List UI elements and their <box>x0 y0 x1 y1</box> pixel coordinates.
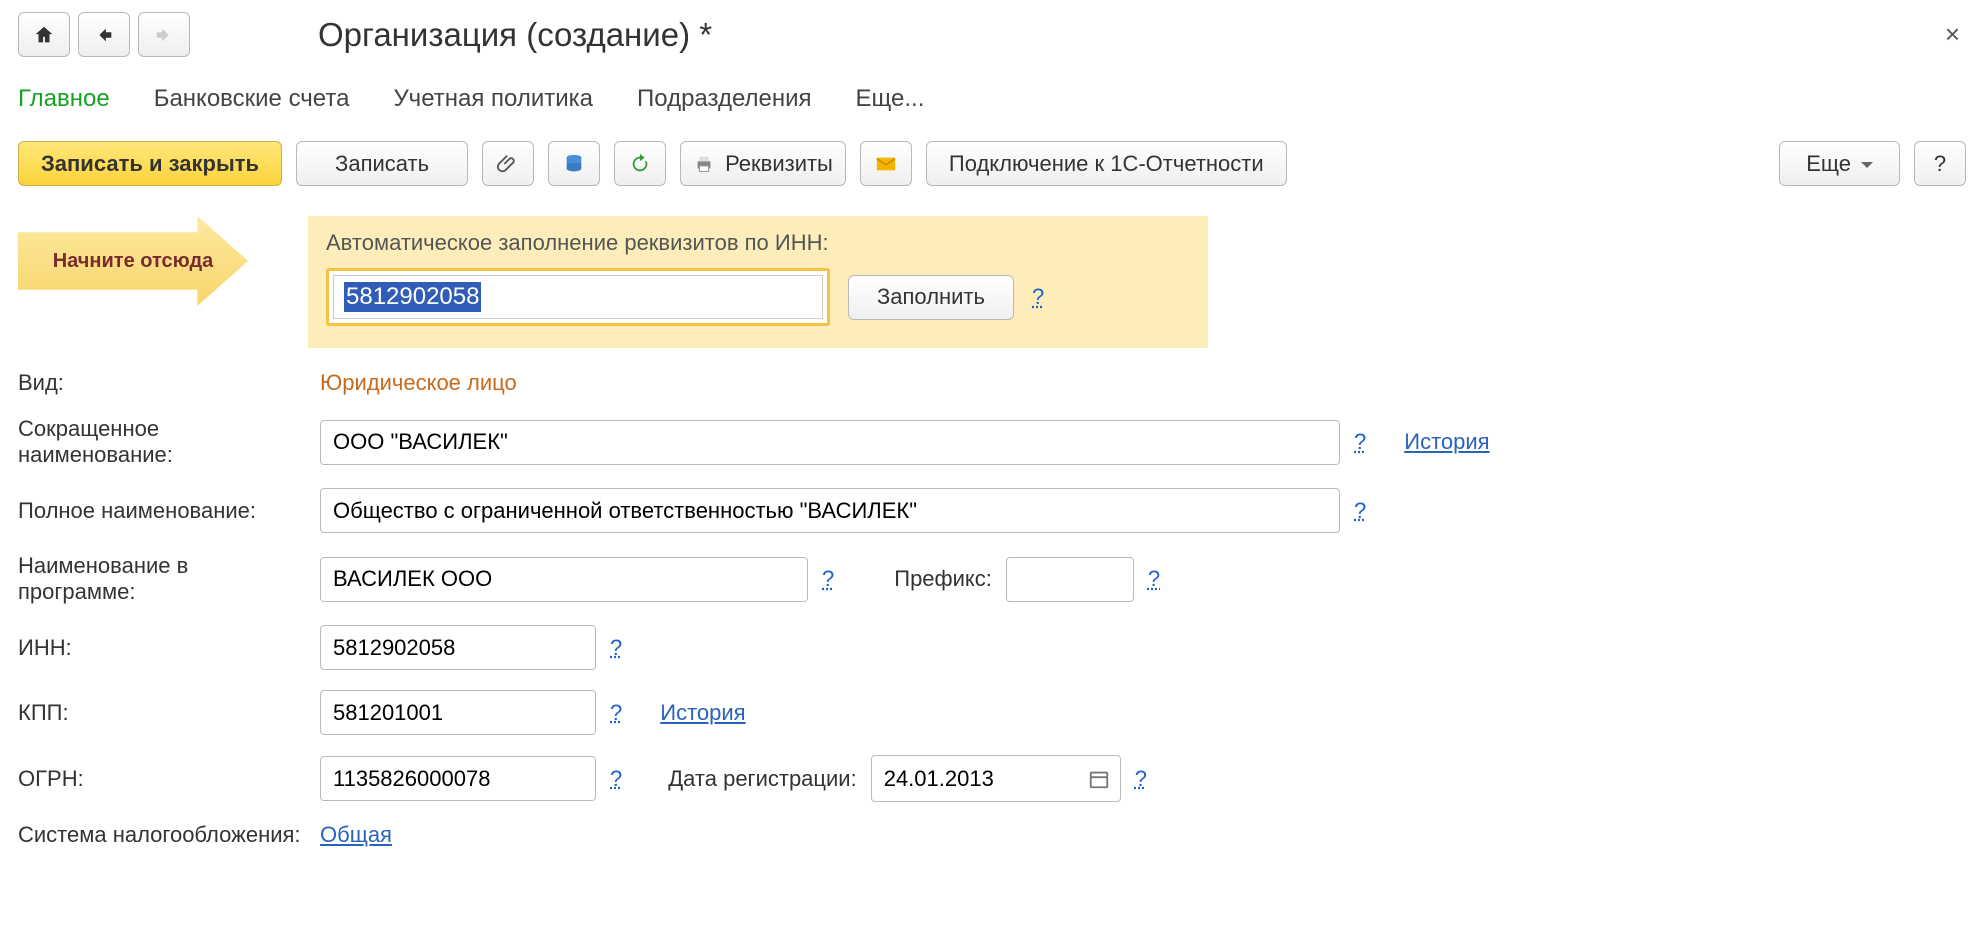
full-name-input[interactable] <box>320 488 1340 533</box>
refresh-button[interactable] <box>614 141 666 186</box>
calendar-icon[interactable] <box>1078 768 1120 790</box>
regdate-input[interactable] <box>872 756 1078 801</box>
inn-label: ИНН: <box>18 635 306 661</box>
home-button[interactable] <box>18 12 70 57</box>
org-form: Вид: Юридическое лицо Сокращенное наимен… <box>18 370 1966 848</box>
short-name-input[interactable] <box>320 420 1340 465</box>
prog-name-input[interactable] <box>320 557 808 602</box>
page-title: Организация (создание) * <box>208 16 712 54</box>
full-name-help[interactable]: ? <box>1354 498 1366 524</box>
requisites-button[interactable]: Реквизиты <box>680 141 846 186</box>
tab-accounting-policy[interactable]: Учетная политика <box>393 85 593 113</box>
inn-input[interactable] <box>320 625 596 670</box>
prefix-help[interactable]: ? <box>1148 566 1160 592</box>
mail-button[interactable] <box>860 141 912 186</box>
tax-system-label: Система налогообложения: <box>18 822 306 848</box>
tabs-bar: Главное Банковские счета Учетная политик… <box>18 85 1966 113</box>
ogrn-input[interactable] <box>320 756 596 801</box>
regdate-help[interactable]: ? <box>1135 766 1147 792</box>
short-name-label: Сокращенное наименование: <box>18 416 306 468</box>
paperclip-icon <box>497 153 519 175</box>
connect-1c-button[interactable]: Подключение к 1С-Отчетности <box>926 141 1287 186</box>
database-button[interactable] <box>548 141 600 186</box>
inn-help[interactable]: ? <box>610 635 622 661</box>
vid-value[interactable]: Юридическое лицо <box>320 370 517 396</box>
kpp-help[interactable]: ? <box>610 700 622 726</box>
regdate-label: Дата регистрации: <box>668 766 856 792</box>
prog-name-help[interactable]: ? <box>822 566 834 592</box>
full-name-label: Полное наименование: <box>18 498 306 524</box>
tab-main[interactable]: Главное <box>18 85 110 113</box>
fill-button[interactable]: Заполнить <box>848 275 1014 320</box>
arrow-right-icon <box>153 24 175 46</box>
auto-fill-panel: Автоматическое заполнение реквизитов по … <box>308 216 1208 348</box>
short-name-history-link[interactable]: История <box>1404 429 1489 455</box>
arrow-left-icon <box>93 24 115 46</box>
prefix-input[interactable] <box>1006 557 1134 602</box>
close-button[interactable]: × <box>1939 13 1966 56</box>
short-name-help[interactable]: ? <box>1354 429 1366 455</box>
tab-more[interactable]: Еще... <box>856 85 925 113</box>
kpp-history-link[interactable]: История <box>660 700 745 726</box>
save-button[interactable]: Записать <box>296 141 468 186</box>
printer-icon <box>693 153 715 175</box>
auto-fill-help[interactable]: ? <box>1032 284 1044 310</box>
forward-button[interactable] <box>138 12 190 57</box>
tax-system-link[interactable]: Общая <box>320 822 392 848</box>
auto-fill-inn-value: 5812902058 <box>344 282 481 312</box>
inn-input-wrap: 5812902058 <box>326 268 830 326</box>
attach-button[interactable] <box>482 141 534 186</box>
start-here-label: Начните отсюда <box>53 250 214 273</box>
requisites-label: Реквизиты <box>725 151 833 177</box>
auto-fill-inn-input[interactable]: 5812902058 <box>333 275 823 319</box>
kpp-label: КПП: <box>18 700 306 726</box>
start-here-arrow: Начните отсюда <box>18 216 248 306</box>
toolbar: Записать и закрыть Записать Реквизиты По… <box>18 141 1966 186</box>
save-and-close-button[interactable]: Записать и закрыть <box>18 141 282 186</box>
mail-icon <box>875 153 897 175</box>
prefix-label: Префикс: <box>894 566 992 592</box>
kpp-input[interactable] <box>320 690 596 735</box>
home-icon <box>33 24 55 46</box>
tab-bank-accounts[interactable]: Банковские счета <box>154 85 350 113</box>
ogrn-label: ОГРН: <box>18 766 306 792</box>
vid-label: Вид: <box>18 370 306 396</box>
ogrn-help[interactable]: ? <box>610 766 622 792</box>
prog-name-label: Наименование в программе: <box>18 553 306 605</box>
database-icon <box>563 153 585 175</box>
refresh-icon <box>629 153 651 175</box>
auto-fill-label: Автоматическое заполнение реквизитов по … <box>326 230 1190 256</box>
help-button[interactable]: ? <box>1914 141 1966 186</box>
back-button[interactable] <box>78 12 130 57</box>
more-dropdown[interactable]: Еще <box>1779 141 1900 186</box>
tab-departments[interactable]: Подразделения <box>637 85 812 113</box>
close-icon: × <box>1945 19 1960 49</box>
